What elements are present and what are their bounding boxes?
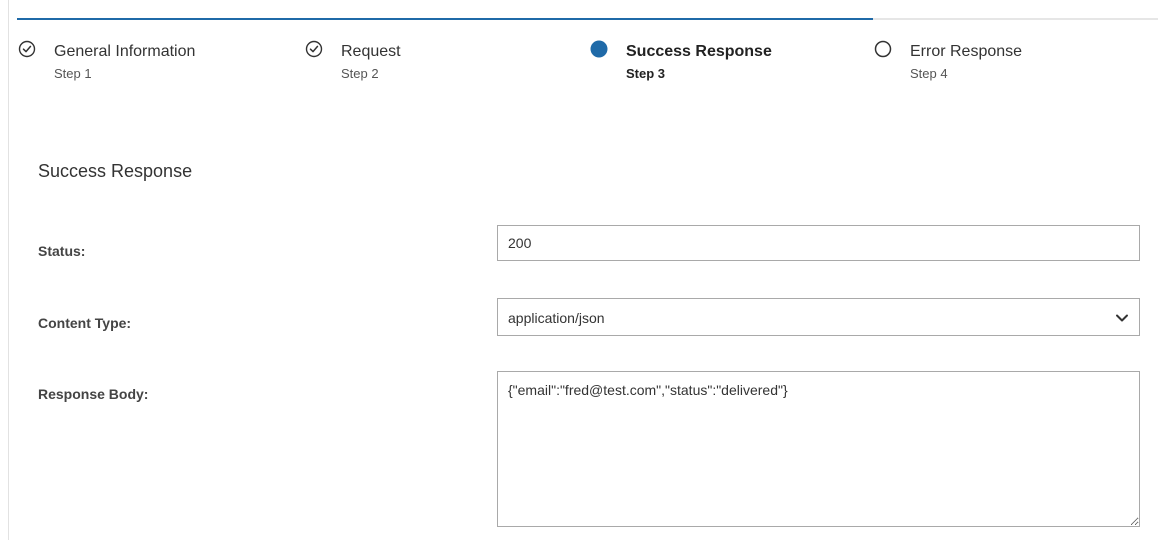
status-label: Status: bbox=[38, 243, 86, 259]
check-circle-icon bbox=[305, 40, 323, 58]
step-subtitle: Step 1 bbox=[54, 66, 92, 81]
content-type-value: application/json bbox=[508, 310, 605, 326]
step-title: Request bbox=[341, 43, 401, 60]
chevron-down-icon bbox=[1116, 314, 1128, 322]
empty-circle-icon bbox=[874, 40, 892, 58]
step-subtitle: Step 3 bbox=[626, 66, 666, 81]
check-circle-icon bbox=[18, 40, 36, 58]
status-input[interactable] bbox=[497, 225, 1140, 261]
step-title: General Information bbox=[54, 43, 196, 60]
step-progress-fill bbox=[17, 18, 873, 20]
response-body-label: Response Body: bbox=[38, 386, 149, 402]
filled-circle-icon bbox=[590, 40, 608, 58]
content-type-label: Content Type: bbox=[38, 315, 132, 331]
section-title: Success Response bbox=[38, 161, 193, 181]
page-left-border bbox=[8, 0, 9, 540]
content-type-select[interactable]: application/json bbox=[497, 298, 1140, 336]
step-title: Success Response bbox=[626, 43, 772, 60]
step-title: Error Response bbox=[910, 43, 1023, 60]
step-subtitle: Step 2 bbox=[341, 66, 379, 81]
step-subtitle: Step 4 bbox=[910, 66, 948, 81]
response-body-textarea[interactable]: {"email":"fred@test.com","status":"deliv… bbox=[497, 371, 1140, 527]
step-progress-track bbox=[17, 18, 1158, 20]
